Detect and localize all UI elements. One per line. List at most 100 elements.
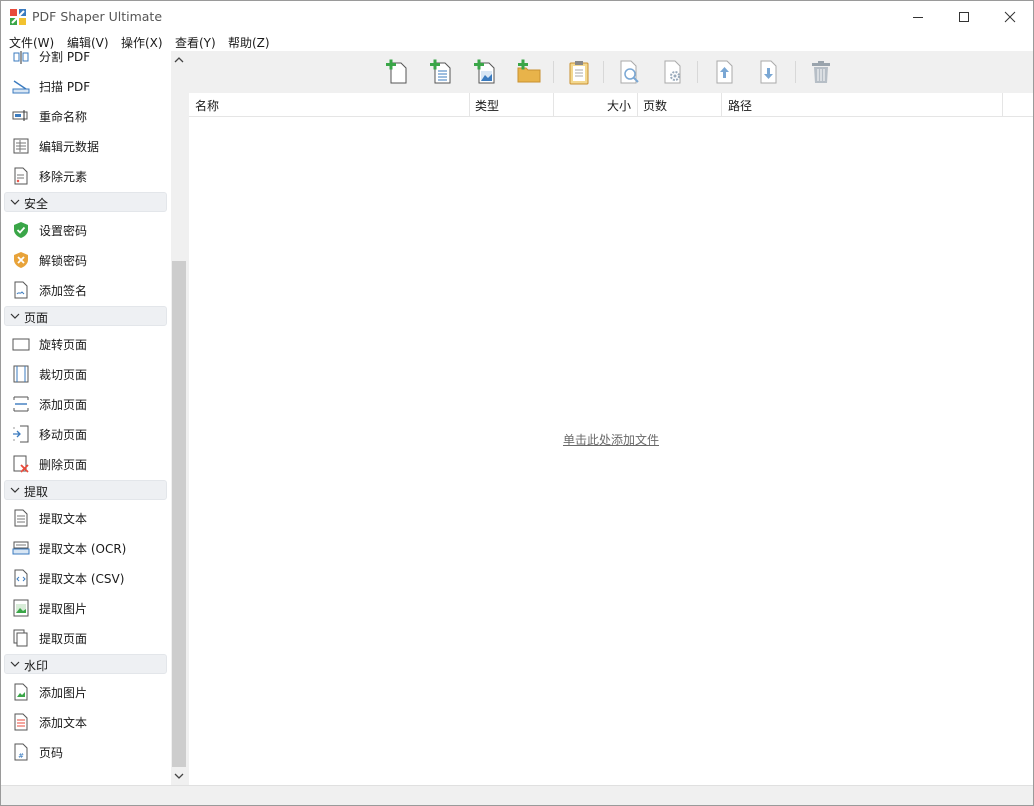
add-file-icon[interactable] (383, 58, 411, 86)
column-pages[interactable]: 页数 (638, 93, 722, 116)
sidebar-item-watermark-image[interactable]: 添加图片 (1, 677, 169, 705)
preview-icon[interactable] (615, 58, 643, 86)
section-label: 水印 (24, 659, 49, 673)
column-path[interactable]: 路径 (722, 93, 1003, 116)
sidebar-item-set-password[interactable]: 设置密码 (1, 215, 169, 243)
column-size[interactable]: 大小 (554, 93, 638, 116)
scroll-up-button[interactable] (171, 51, 187, 69)
section-pages[interactable]: 页面 (4, 306, 167, 326)
split-icon (13, 51, 29, 64)
sidebar-item-page-number[interactable]: # 页码 (1, 737, 169, 765)
column-label: 名称 (195, 99, 220, 113)
add-image-file-icon[interactable] (471, 58, 499, 86)
sidebar-item-unlock-password[interactable]: 解锁密码 (1, 245, 169, 273)
add-files-link-row: 单击此处添加文件 (189, 431, 1033, 448)
sidebar-item-label: 提取文本 (OCR) (39, 542, 127, 556)
signature-icon (14, 281, 28, 299)
menu-file[interactable]: 文件(W) (9, 34, 54, 51)
column-name[interactable]: 名称 (189, 93, 470, 116)
sidebar-item-label: 添加图片 (39, 686, 88, 700)
sidebar-item-rename[interactable]: 重命名称 (1, 101, 169, 129)
menu-action[interactable]: 操作(X) (121, 34, 163, 51)
clipboard-icon[interactable] (565, 58, 593, 86)
sidebar-item-extract-text[interactable]: 提取文本 (1, 503, 169, 531)
maximize-button[interactable] (941, 1, 987, 32)
sidebar-item-watermark-text[interactable]: 添加文本 (1, 707, 169, 735)
delete-icon[interactable] (807, 58, 835, 86)
section-label: 提取 (24, 485, 49, 499)
sidebar-item-add-signature[interactable]: 添加签名 (1, 275, 169, 303)
section-security[interactable]: 安全 (4, 192, 167, 212)
sidebar-item-add-page[interactable]: 添加页面 (1, 389, 169, 417)
sidebar-item-label: 页码 (39, 746, 64, 760)
move-down-icon[interactable] (755, 58, 783, 86)
sidebar-item-split-pdf[interactable]: 分割 PDF (1, 51, 169, 69)
sidebar-item-remove-elements[interactable]: 移除元素 (1, 161, 169, 189)
image-icon (13, 599, 29, 617)
close-button[interactable] (987, 1, 1033, 32)
app-logo-icon (10, 9, 26, 25)
sidebar-item-label: 添加签名 (39, 284, 88, 298)
properties-icon[interactable] (659, 58, 687, 86)
sidebar-item-move-page[interactable]: 移动页面 (1, 419, 169, 447)
sidebar-item-label: 提取图片 (39, 602, 88, 616)
file-list[interactable]: 单击此处添加文件 (189, 117, 1033, 785)
crop-page-icon (13, 365, 29, 383)
toolbar-separator (795, 61, 796, 83)
text-doc-icon (14, 509, 28, 527)
title-bar: PDF Shaper Ultimate (1, 1, 1033, 32)
section-label: 页面 (24, 311, 49, 325)
sidebar-item-extract-text-ocr[interactable]: 提取文本 (OCR) (1, 533, 169, 561)
watermark-text-icon (14, 713, 28, 731)
sidebar-item-scan-pdf[interactable]: 扫描 PDF (1, 71, 169, 99)
sidebar-item-label: 添加文本 (39, 716, 88, 730)
file-list-header: 名称 类型 大小 页数 路径 (189, 93, 1033, 117)
add-files-link[interactable]: 单击此处添加文件 (563, 433, 659, 447)
sidebar-item-extract-images[interactable]: 提取图片 (1, 593, 169, 621)
toolbar-separator (553, 61, 554, 83)
sidebar-scrollbar[interactable] (171, 51, 187, 785)
menu-bar: 文件(W) 编辑(V) 操作(X) 查看(Y) 帮助(Z) (1, 32, 1033, 51)
sidebar-item-label: 裁切页面 (39, 368, 88, 382)
sidebar-item-rotate-page[interactable]: 旋转页面 (1, 329, 169, 357)
add-folder-icon[interactable] (515, 58, 543, 86)
watermark-image-icon (14, 683, 28, 701)
chevron-down-icon (10, 661, 20, 667)
sidebar-item-label: 移除元素 (39, 170, 88, 184)
column-type[interactable]: 类型 (470, 93, 554, 116)
pages-icon (13, 629, 28, 647)
chevron-up-icon (174, 57, 184, 63)
menu-help[interactable]: 帮助(Z) (228, 34, 270, 51)
scroll-down-button[interactable] (171, 767, 187, 785)
sidebar-item-label: 旋转页面 (39, 338, 88, 352)
sidebar-item-edit-metadata[interactable]: 编辑元数据 (1, 131, 169, 159)
move-up-icon[interactable] (711, 58, 739, 86)
ocr-icon (12, 541, 30, 555)
sidebar-item-extract-text-csv[interactable]: 提取文本 (CSV) (1, 563, 169, 591)
chevron-down-icon (10, 199, 20, 205)
shield-x-icon (14, 252, 28, 268)
section-watermark[interactable]: 水印 (4, 654, 167, 674)
section-extract[interactable]: 提取 (4, 480, 167, 500)
add-text-file-icon[interactable] (427, 58, 455, 86)
maximize-icon (959, 11, 969, 22)
sidebar-item-extract-pages[interactable]: 提取页面 (1, 623, 169, 651)
sidebar-item-label: 移动页面 (39, 428, 88, 442)
column-label: 大小 (606, 99, 631, 113)
toolbar-separator (603, 61, 604, 83)
menu-edit[interactable]: 编辑(V) (67, 34, 109, 51)
delete-page-icon (13, 455, 29, 473)
minimize-button[interactable] (895, 1, 941, 32)
scanner-icon (12, 80, 30, 94)
minimize-icon (913, 16, 923, 18)
status-bar (1, 785, 1033, 805)
scroll-thumb[interactable] (172, 261, 186, 767)
sidebar-item-label: 编辑元数据 (39, 140, 100, 154)
remove-elements-icon (14, 167, 28, 185)
sidebar: 分割 PDF 扫描 PDF 重命名称 编辑元数据 移除元素 安全 设置密码 解锁… (1, 51, 171, 785)
sidebar-item-crop-page[interactable]: 裁切页面 (1, 359, 169, 387)
menu-view[interactable]: 查看(Y) (175, 34, 216, 51)
sidebar-item-label: 提取文本 (39, 512, 88, 526)
sidebar-item-delete-page[interactable]: 删除页面 (1, 449, 169, 477)
app-window: PDF Shaper Ultimate 文件(W) 编辑(V) 操作(X) 查看… (0, 0, 1034, 806)
